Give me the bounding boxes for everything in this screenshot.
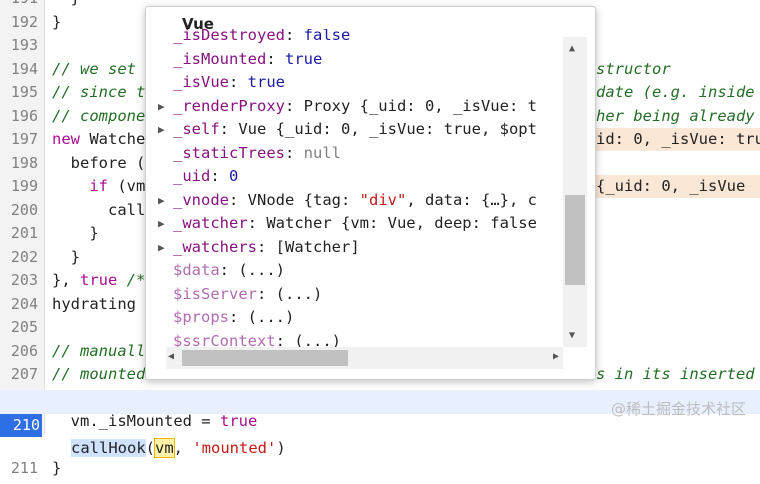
property-row[interactable]: _uid: 0	[146, 165, 563, 189]
line-number[interactable]: 198	[0, 152, 38, 176]
line-number[interactable]: 200	[0, 199, 38, 223]
code-line-text: }	[52, 0, 80, 11]
watermark: @稀土掘金技术社区	[610, 400, 746, 418]
code-line-text: }	[52, 247, 80, 266]
line-number[interactable]: 204	[0, 293, 38, 317]
code-line-overflow-text: structor	[596, 59, 671, 78]
code-line-overflow-text: her being already	[596, 106, 755, 125]
scroll-right-arrow-icon[interactable]: ▶	[553, 351, 559, 362]
code-line-text: if (vm	[89, 177, 146, 195]
code-line[interactable]: 211}	[0, 457, 760, 481]
property-text: _isDestroyed: false	[173, 29, 351, 44]
object-preview-popover[interactable]: Vue _isDestroyed: false _isMounted: true _…	[145, 6, 596, 380]
line-number[interactable]: 207	[0, 363, 38, 387]
property-row[interactable]: ▶ _watcher: Watcher {vm: Vue, deep: false	[146, 212, 563, 236]
code-line-text: call	[52, 200, 146, 219]
line-number[interactable]: 195	[0, 81, 38, 105]
property-text: $ssrContext: (...)	[173, 331, 341, 348]
property-row[interactable]: _isMounted: true	[146, 48, 563, 72]
code-line-text: before (	[52, 153, 146, 172]
vertical-scroll-thumb[interactable]	[565, 195, 585, 285]
code-line-overflow-text: date (e.g. inside	[596, 83, 755, 101]
line-number[interactable]: 199	[0, 175, 38, 199]
property-row[interactable]: $isServer: (...)	[146, 283, 563, 307]
code-line-text: // compone	[52, 106, 146, 125]
property-text: _staticTrees: null	[173, 143, 341, 162]
line-number[interactable]: 192	[0, 11, 38, 35]
property-text: $props: (...)	[173, 308, 295, 326]
code-line-text: // we set	[52, 59, 136, 78]
code-line-text: callHook(vm, 'mounted')	[71, 438, 286, 458]
property-row[interactable]: ▶ _watchers: [Watcher]	[146, 236, 563, 260]
expand-triangle-icon[interactable]: ▶	[158, 236, 165, 260]
code-line-text: }	[52, 12, 62, 31]
line-number[interactable]: 206	[0, 340, 38, 364]
line-number[interactable]: 205	[0, 316, 38, 340]
scroll-down-arrow-icon[interactable]: ▼	[569, 330, 575, 341]
expand-triangle-icon[interactable]: ▶	[158, 212, 165, 236]
scroll-up-arrow-icon[interactable]: ▲	[569, 43, 575, 54]
property-text: $data: (...)	[173, 261, 286, 279]
property-text: _uid: 0	[173, 167, 239, 185]
code-line-text: // manuall	[52, 341, 146, 360]
property-row[interactable]: $ssrContext: (...)	[146, 330, 563, 348]
code-line-overflow-text: {_uid: 0, _isVue	[596, 177, 746, 195]
expand-triangle-icon[interactable]: ▶	[158, 189, 165, 213]
line-number[interactable]: 194	[0, 58, 38, 82]
scroll-left-arrow-icon[interactable]: ◀	[168, 351, 174, 362]
code-line-text: // since t	[52, 83, 146, 101]
hovered-token[interactable]: vm	[154, 438, 175, 458]
property-row[interactable]: ▶ _vnode: VNode {tag: "div", data: {…}, c	[146, 189, 563, 213]
expand-triangle-icon[interactable]: ▶	[158, 118, 165, 142]
line-number[interactable]: 197	[0, 128, 38, 152]
property-row[interactable]: $data: (...)	[146, 259, 563, 283]
code-line-overflow-text: s in its inserted	[596, 365, 755, 383]
line-number[interactable]: 202	[0, 246, 38, 270]
property-list[interactable]: _isDestroyed: false _isMounted: true _isVu…	[146, 29, 563, 347]
code-line-text: hydrating	[52, 294, 136, 313]
property-row[interactable]: ▶ _renderProxy: Proxy {_uid: 0, _isVue: t	[146, 95, 563, 119]
code-line-overflow-text: id: 0, _isVue: tru	[596, 130, 760, 148]
property-text: _self: Vue {_uid: 0, _isVue: true, $opt	[173, 120, 537, 138]
code-line-text: vm._isMounted = true	[52, 412, 258, 430]
line-number[interactable]: 201	[0, 222, 38, 246]
line-number[interactable]: 203	[0, 269, 38, 293]
line-number[interactable]: 193	[0, 34, 38, 58]
property-row[interactable]: ▶ _self: Vue {_uid: 0, _isVue: true, $opt	[146, 118, 563, 142]
property-text: _isMounted: true	[173, 49, 323, 68]
property-text: $isServer: (...)	[173, 284, 323, 303]
code-line-text: }	[52, 459, 62, 477]
code-line-text: }	[52, 224, 99, 242]
property-text: _isVue: true	[173, 73, 285, 91]
line-number[interactable]: 196	[0, 105, 38, 129]
property-text: _watcher: Watcher {vm: Vue, deep: false	[173, 214, 537, 232]
property-row[interactable]: $props: (...)	[146, 306, 563, 330]
horizontal-scroll-thumb[interactable]	[182, 350, 348, 366]
expand-triangle-icon[interactable]: ▶	[158, 95, 165, 119]
selected-text: callHook	[71, 439, 146, 457]
property-row[interactable]: _isDestroyed: false	[146, 29, 563, 48]
property-row[interactable]: _staticTrees: null	[146, 142, 563, 166]
code-line-text: // mounted	[52, 365, 146, 383]
property-text: _watchers: [Watcher]	[173, 237, 360, 256]
code-line-text: new Watche	[52, 130, 146, 148]
property-text: _vnode: VNode {tag: "div", data: {…}, c	[173, 190, 537, 209]
code-line-text: }, true /*	[52, 271, 146, 289]
line-number-current[interactable]: 210	[0, 413, 42, 437]
vertical-scrollbar[interactable]: ▲ ▼	[563, 37, 587, 347]
line-number[interactable]: 191	[0, 0, 38, 11]
property-row[interactable]: _isVue: true	[146, 71, 563, 95]
property-text: _renderProxy: Proxy {_uid: 0, _isVue: t	[173, 96, 537, 115]
horizontal-scrollbar[interactable]: ◀ ▶	[166, 347, 563, 369]
